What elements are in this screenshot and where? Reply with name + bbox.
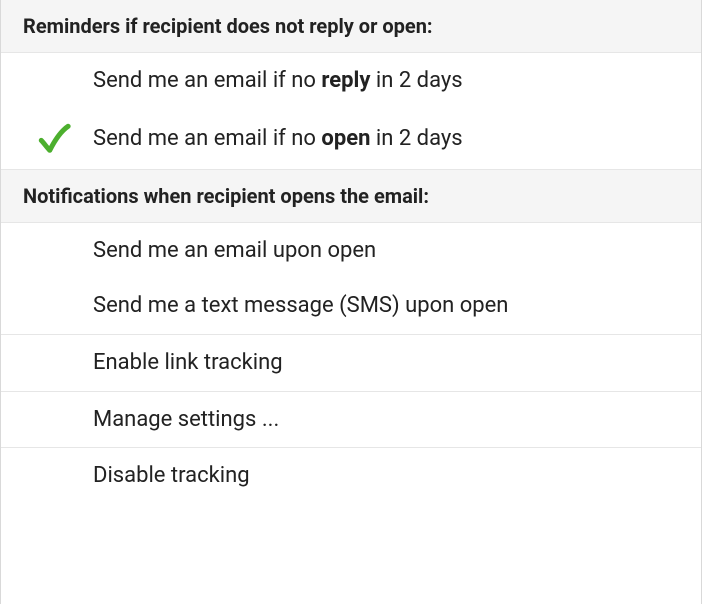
checkmark-icon bbox=[37, 122, 71, 156]
label-bold: open bbox=[321, 126, 370, 151]
section-header-reminders-label: Reminders if recipient does not reply or… bbox=[23, 14, 433, 38]
section-header-reminders: Reminders if recipient does not reply or… bbox=[1, 0, 701, 53]
menu-item-sms-on-open[interactable]: Send me a text message (SMS) upon open bbox=[1, 278, 701, 334]
menu-item-enable-link-tracking[interactable]: Enable link tracking bbox=[1, 335, 701, 391]
label-bold: reply bbox=[321, 68, 370, 93]
label-prefix: Send me an email if no bbox=[93, 68, 321, 93]
menu-item-label: Send me a text message (SMS) upon open bbox=[93, 291, 687, 321]
tracking-options-menu: Reminders if recipient does not reply or… bbox=[0, 0, 702, 604]
label-suffix: in 2 days bbox=[370, 126, 462, 151]
label-prefix: Send me an email if no bbox=[93, 126, 321, 151]
section-header-notifications-label: Notifications when recipient opens the e… bbox=[23, 184, 429, 208]
menu-item-label: Enable link tracking bbox=[93, 348, 687, 378]
label-suffix: in 2 days bbox=[370, 68, 462, 93]
menu-item-remind-no-open[interactable]: Send me an email if no open in 2 days bbox=[1, 109, 701, 169]
menu-item-label: Send me an email upon open bbox=[93, 236, 687, 266]
menu-item-label: Send me an email if no reply in 2 days bbox=[93, 66, 687, 96]
menu-item-disable-tracking[interactable]: Disable tracking bbox=[1, 448, 701, 504]
menu-item-label: Send me an email if no open in 2 days bbox=[93, 124, 687, 154]
menu-item-manage-settings[interactable]: Manage settings ... bbox=[1, 392, 701, 448]
section-header-notifications: Notifications when recipient opens the e… bbox=[1, 169, 701, 223]
menu-item-label: Manage settings ... bbox=[93, 405, 687, 435]
check-slot bbox=[15, 122, 93, 156]
menu-item-label: Disable tracking bbox=[93, 461, 687, 491]
menu-item-email-on-open[interactable]: Send me an email upon open bbox=[1, 223, 701, 279]
menu-item-remind-no-reply[interactable]: Send me an email if no reply in 2 days bbox=[1, 53, 701, 109]
